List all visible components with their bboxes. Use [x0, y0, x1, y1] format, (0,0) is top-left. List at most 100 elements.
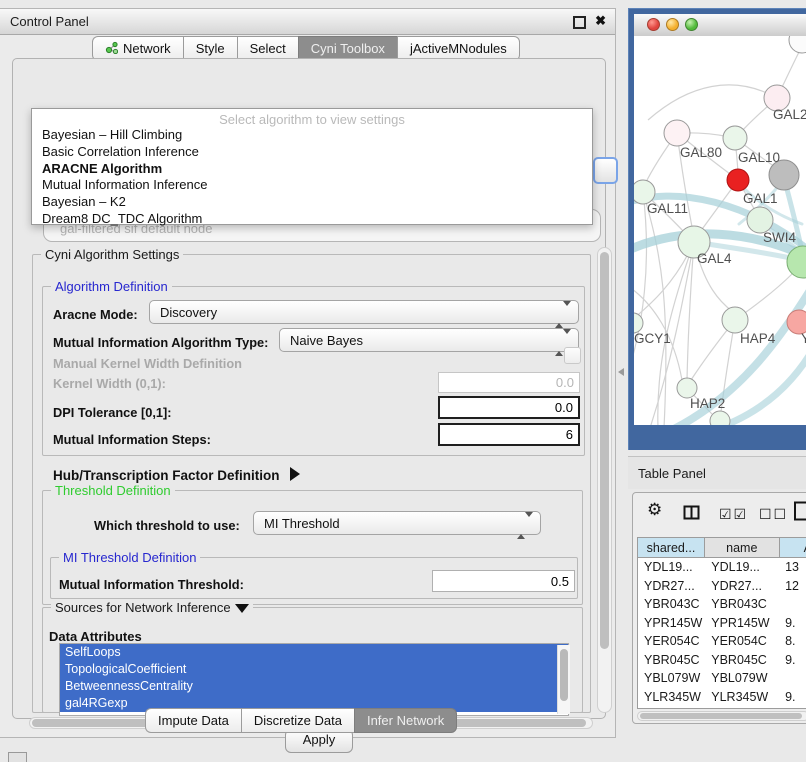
settings-vertical-scrollbar[interactable]	[597, 247, 612, 713]
table-panel-bar: Table Panel	[628, 456, 806, 489]
table-row[interactable]: YDR27...YDR27...12	[638, 577, 806, 596]
panel-divider-arrow[interactable]	[618, 368, 624, 376]
control-panel-window: Control Panel ✖ NetworkStyleSelectCyni T…	[0, 8, 616, 738]
network-window-titlebar[interactable]	[634, 14, 806, 37]
control-panel-titlebar: Control Panel ✖	[0, 9, 615, 35]
aracne-mode-combo[interactable]: Discovery	[149, 300, 579, 324]
table-row[interactable]: YPR145WYPR145W9.	[638, 614, 806, 633]
dropdown-item[interactable]: ARACNE Algorithm	[32, 161, 592, 178]
table-cell: YBL079W	[638, 669, 705, 688]
table-cell: YER054C	[638, 632, 705, 651]
which-threshold-combo[interactable]: MI Threshold	[253, 511, 541, 535]
network-node[interactable]	[677, 378, 697, 398]
zoom-traffic-light-icon[interactable]	[685, 18, 698, 31]
network-node-labels: GAL2GAL80GAL10GAL1GAL11SWI4GAL4GCY1HAP4Y…	[634, 107, 806, 411]
table-row[interactable]: YBL079WYBL079W	[638, 669, 806, 688]
table-row[interactable]: YIL053CYIL053C9.	[638, 706, 806, 709]
settings-gear-icon[interactable]: ⚙	[647, 500, 662, 520]
control-panel-title: Control Panel	[10, 14, 89, 29]
dropdown-item[interactable]: Dream8 DC_TDC Algorithm	[32, 211, 592, 228]
node-label: GAL80	[680, 145, 722, 160]
dropdown-item[interactable]: Basic Correlation Inference	[32, 144, 592, 161]
attribute-list-item[interactable]: BetweennessCentrality	[60, 678, 568, 695]
table-cell: 9.	[779, 688, 806, 707]
tab-impute-data[interactable]: Impute Data	[145, 708, 241, 733]
node-label: Y	[801, 331, 806, 346]
network-icon	[105, 41, 118, 57]
column-header[interactable]: A	[780, 537, 806, 558]
minimize-traffic-light-icon[interactable]	[666, 18, 679, 31]
minimized-panel-icon[interactable]	[8, 752, 27, 762]
aracne-mode-label: Aracne Mode:	[53, 307, 138, 322]
close-icon[interactable]: ✖	[595, 13, 606, 29]
expand-arrow-icon[interactable]	[290, 467, 300, 481]
tab-label: Discretize Data	[254, 713, 342, 728]
network-node[interactable]	[710, 411, 730, 425]
cyni-settings-title: Cyni Algorithm Settings	[41, 247, 183, 262]
table-cell: YBR043C	[638, 595, 705, 614]
mi-steps-field[interactable]	[438, 423, 580, 446]
table-cell: 13	[779, 558, 806, 577]
mi-threshold-field[interactable]	[432, 570, 575, 592]
node-label: SWI4	[763, 230, 796, 245]
table-row[interactable]: YBR045CYBR045C9.	[638, 651, 806, 670]
dropdown-placeholder: Select algorithm to view settings	[32, 109, 592, 127]
table-body: YDL19...YDL19...13YDR27...YDR27...12YBR0…	[637, 558, 806, 709]
node-label: HAP2	[690, 396, 725, 411]
attribute-list-scrollbar[interactable]	[557, 645, 570, 714]
tab-label: Cyni Toolbox	[311, 41, 385, 56]
deselect-checkboxes-icon[interactable]: ☐☐	[759, 506, 788, 523]
mi-algorithm-type-label: Mutual Information Algorithm Type:	[53, 335, 268, 350]
mi-threshold-label: Mutual Information Threshold:	[59, 577, 244, 592]
node-label: GAL10	[738, 150, 780, 165]
network-node[interactable]	[664, 120, 690, 146]
column-header[interactable]: shared...	[637, 537, 705, 558]
table-cell: YDL19...	[705, 558, 779, 577]
attribute-list-item[interactable]: TopologicalCoefficient	[60, 661, 568, 678]
attribute-list-item[interactable]: SelfLoops	[60, 644, 568, 661]
table-cell: YLR345W	[638, 688, 705, 707]
node-label: GAL2	[773, 107, 806, 122]
table-row[interactable]: YLR345WYLR345W9.	[638, 688, 806, 707]
table-cell	[779, 595, 806, 614]
manual-kernel-width-checkbox[interactable]	[564, 347, 581, 364]
threshold-definition-title: Threshold Definition	[51, 483, 175, 498]
tab-discretize-data[interactable]: Discretize Data	[241, 708, 354, 733]
kernel-width-field[interactable]	[438, 372, 580, 393]
select-all-checkboxes-icon[interactable]: ☑☑	[719, 506, 748, 523]
network-node[interactable]	[789, 36, 806, 53]
document-icon[interactable]	[793, 501, 806, 526]
dpi-tolerance-field[interactable]	[438, 396, 580, 419]
table-cell: 12	[779, 577, 806, 596]
table-row[interactable]: YBR043CYBR043C	[638, 595, 806, 614]
table-row[interactable]: YER054CYER054C8.	[638, 632, 806, 651]
dropdown-item[interactable]: Bayesian – Hill Climbing	[32, 127, 592, 144]
table-header-row: shared...nameA	[637, 537, 806, 558]
collapse-arrow-icon[interactable]	[235, 604, 249, 613]
float-window-icon[interactable]	[573, 16, 586, 29]
mi-algorithm-type-combo[interactable]: Naive Bayes	[279, 328, 579, 352]
manual-kernel-width-label: Manual Kernel Width Definition	[53, 356, 242, 371]
dropdown-item[interactable]: Mutual Information Inference	[32, 177, 592, 194]
network-node[interactable]	[723, 126, 747, 150]
desktop: Control Panel ✖ NetworkStyleSelectCyni T…	[0, 0, 806, 762]
bottom-tab-bar: Impute Data Discretize Data Infer Network	[145, 708, 457, 733]
column-header[interactable]: name	[705, 537, 780, 558]
split-columns-icon[interactable]	[683, 505, 700, 525]
close-traffic-light-icon[interactable]	[647, 18, 660, 31]
table-cell: YBR045C	[638, 651, 705, 670]
table-cell: YER054C	[705, 632, 779, 651]
data-attributes-list[interactable]: SelfLoopsTopologicalCoefficientBetweenne…	[59, 643, 569, 716]
network-node[interactable]	[722, 307, 748, 333]
inference-algorithm-combo-end[interactable]	[593, 157, 618, 184]
tab-infer-network[interactable]: Infer Network	[354, 708, 457, 733]
network-node[interactable]	[727, 169, 749, 191]
tab-label: Select	[250, 41, 286, 56]
table-cell: YPR145W	[705, 614, 779, 633]
table-row[interactable]: YDL19...YDL19...13	[638, 558, 806, 577]
table-cell: YLR345W	[705, 688, 779, 707]
network-canvas[interactable]: GAL2GAL80GAL10GAL1GAL11SWI4GAL4GCY1HAP4Y…	[634, 36, 806, 425]
node-label: GAL4	[697, 251, 732, 266]
table-horizontal-scrollbar[interactable]	[637, 711, 806, 721]
dropdown-item[interactable]: Bayesian – K2	[32, 194, 592, 211]
